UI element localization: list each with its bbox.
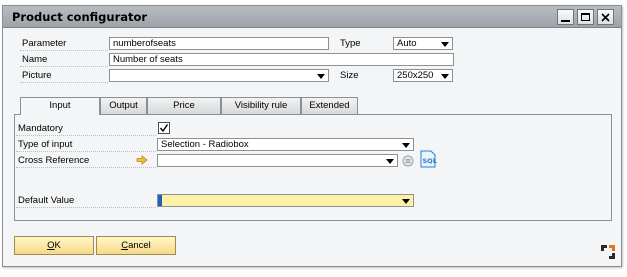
minimize-icon xyxy=(561,19,570,22)
link-arrow-icon[interactable] xyxy=(136,155,148,165)
tab-price[interactable]: Price xyxy=(147,97,221,114)
mandatory-checkbox[interactable] xyxy=(158,122,170,134)
type-select[interactable]: Auto xyxy=(393,37,453,50)
tab-visibility-rule[interactable]: Visibility rule xyxy=(221,97,301,114)
tab-extended[interactable]: Extended xyxy=(301,97,358,114)
close-icon xyxy=(601,12,610,22)
chevron-down-icon xyxy=(441,42,449,47)
chevron-down-icon xyxy=(402,199,410,204)
type-of-input-select[interactable]: Selection - Radiobox xyxy=(157,138,414,151)
chevron-down-icon xyxy=(441,74,449,79)
row-divider xyxy=(16,207,156,208)
svg-text:SQL: SQL xyxy=(423,157,437,165)
tab-input[interactable]: Input xyxy=(20,97,100,115)
chevron-down-icon xyxy=(317,74,325,79)
parameter-label: Parameter xyxy=(22,38,67,49)
lookup-icon[interactable] xyxy=(402,155,414,167)
title-bar[interactable]: Product configurator xyxy=(3,6,621,28)
checkmark-icon xyxy=(159,124,169,133)
row-divider xyxy=(20,50,108,51)
window-title: Product configurator xyxy=(12,10,148,24)
picture-select[interactable] xyxy=(109,69,329,82)
text-cursor xyxy=(158,195,162,206)
row-divider xyxy=(16,135,156,136)
picture-label: Picture xyxy=(22,70,52,81)
row-divider xyxy=(16,151,156,152)
chevron-down-icon xyxy=(386,159,394,164)
close-button[interactable] xyxy=(597,9,614,25)
parameter-field[interactable]: numberofseats xyxy=(109,37,329,50)
resize-icon[interactable] xyxy=(600,244,616,260)
size-select[interactable]: 250x250 xyxy=(393,69,453,82)
minimize-button[interactable] xyxy=(557,9,574,25)
maximize-button[interactable] xyxy=(577,9,594,25)
row-divider xyxy=(20,82,108,83)
default-value-label: Default Value xyxy=(18,195,75,206)
name-field[interactable]: Number of seats xyxy=(109,53,454,66)
maximize-icon xyxy=(581,13,590,21)
type-of-input-label: Type of input xyxy=(18,139,73,150)
row-divider xyxy=(16,167,156,168)
ok-button[interactable]: OK xyxy=(14,236,94,255)
name-label: Name xyxy=(22,54,48,65)
cancel-button[interactable]: Cancel xyxy=(96,236,176,255)
type-select-value: Auto xyxy=(397,38,417,49)
size-select-value: 250x250 xyxy=(397,70,434,81)
type-label: Type xyxy=(340,38,361,49)
mandatory-label: Mandatory xyxy=(18,123,63,134)
type-of-input-value: Selection - Radiobox xyxy=(161,139,249,150)
default-value-select[interactable] xyxy=(157,194,414,207)
cross-reference-label: Cross Reference xyxy=(18,155,90,166)
chevron-down-icon xyxy=(402,143,410,148)
cross-reference-select[interactable] xyxy=(157,154,398,167)
tab-output[interactable]: Output xyxy=(100,97,147,114)
sql-icon[interactable]: SQL xyxy=(419,150,437,168)
row-divider xyxy=(20,66,108,67)
size-label: Size xyxy=(340,70,359,81)
